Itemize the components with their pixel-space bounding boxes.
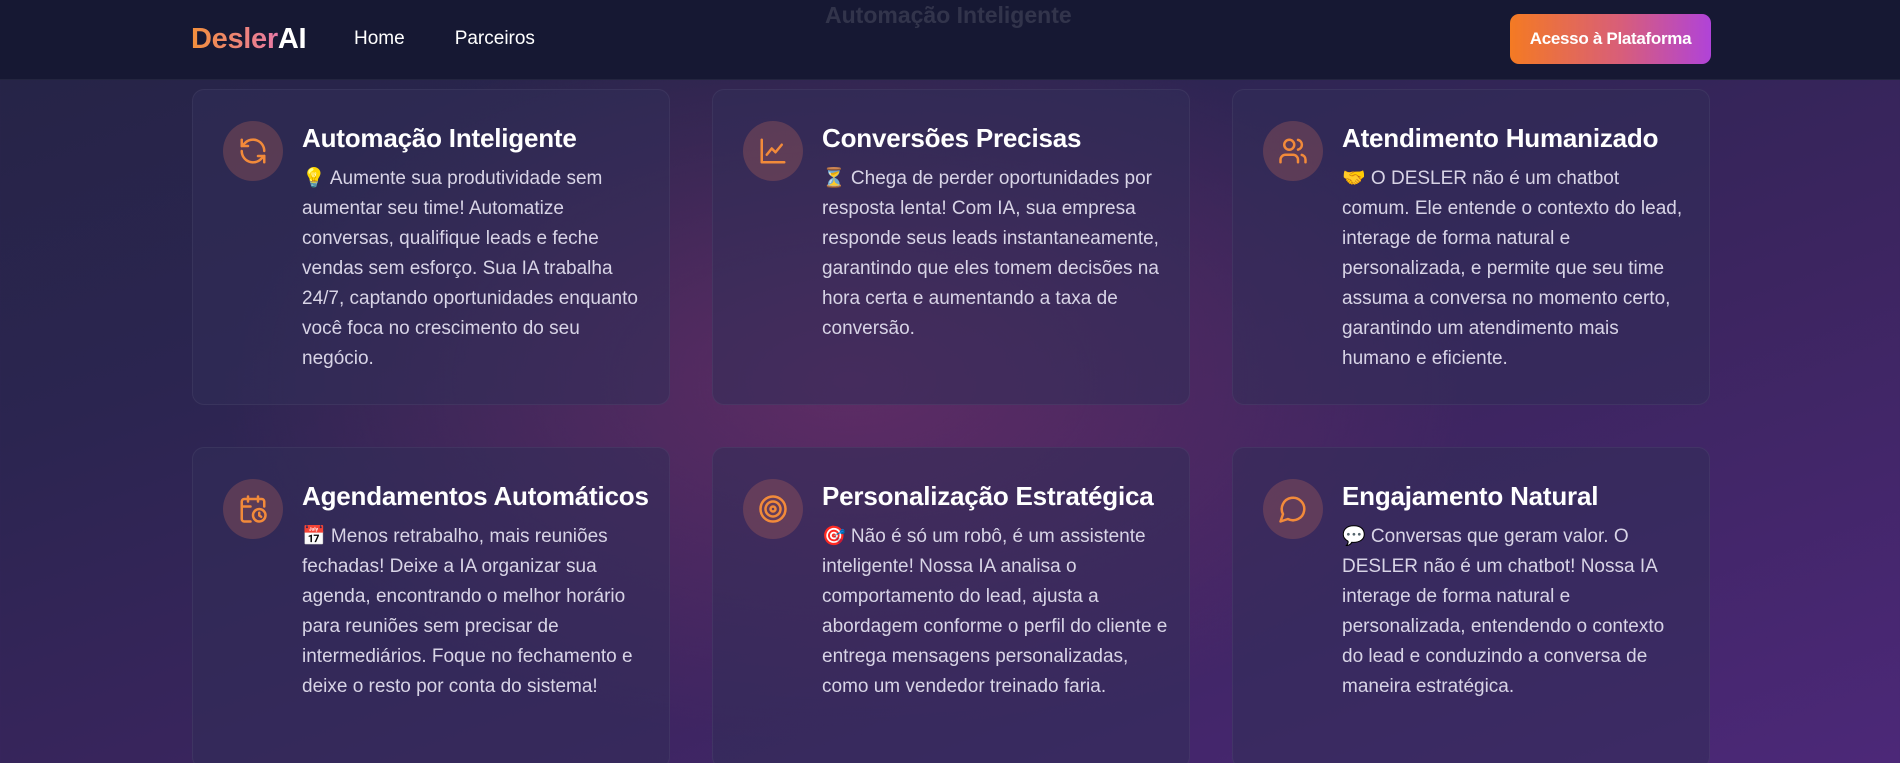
feature-description: 📅 Menos retrabalho, mais reuniões fechad… (302, 526, 633, 698)
line-chart-icon (743, 121, 803, 181)
feature-card: Conversões Precisas ⏳ Chega de perder op… (712, 89, 1190, 405)
logo[interactable]: DeslerAI (191, 23, 307, 56)
feature-title: Personalização Estratégica (822, 481, 1154, 511)
feature-card: Personalização Estratégica 🎯 Não é só um… (712, 447, 1190, 763)
feature-description: 🤝 O DESLER não é um chatbot comum. Ele e… (1342, 168, 1683, 370)
chat-bubble-icon (1263, 479, 1323, 539)
nav-link-home[interactable]: Home (354, 28, 405, 50)
logo-text-desler: Desler (191, 23, 278, 55)
main-nav: Home Parceiros (354, 28, 535, 50)
feature-card: Atendimento Humanizado 🤝 O DESLER não é … (1232, 89, 1710, 405)
nav-link-parceiros[interactable]: Parceiros (455, 28, 535, 50)
users-icon (1263, 121, 1323, 181)
feature-title: Agendamentos Automáticos (302, 481, 649, 511)
ghost-section-title: Automação Inteligente (825, 2, 1072, 28)
feature-title: Atendimento Humanizado (1342, 123, 1659, 153)
feature-card: Engajamento Natural 💬 Conversas que gera… (1232, 447, 1710, 763)
features-grid: Automação Inteligente 💡 Aumente sua prod… (192, 89, 1710, 763)
feature-description: ⏳ Chega de perder oportunidades por resp… (822, 168, 1159, 340)
refresh-icon (223, 121, 283, 181)
feature-card: Automação Inteligente 💡 Aumente sua prod… (192, 89, 670, 405)
feature-title: Engajamento Natural (1342, 481, 1599, 511)
target-icon (743, 479, 803, 539)
logo-text-ai: AI (277, 23, 307, 55)
feature-description: 💬 Conversas que geram valor. O DESLER nã… (1342, 526, 1665, 698)
platform-access-button[interactable]: Acesso à Plataforma (1510, 14, 1711, 64)
feature-title: Automação Inteligente (302, 123, 577, 153)
calendar-clock-icon (223, 479, 283, 539)
feature-description: 🎯 Não é só um robô, é um assistente inte… (822, 526, 1168, 698)
feature-title: Conversões Precisas (822, 123, 1082, 153)
feature-description: 💡 Aumente sua produtividade sem aumentar… (302, 168, 638, 370)
feature-card: Agendamentos Automáticos 📅 Menos retraba… (192, 447, 670, 763)
